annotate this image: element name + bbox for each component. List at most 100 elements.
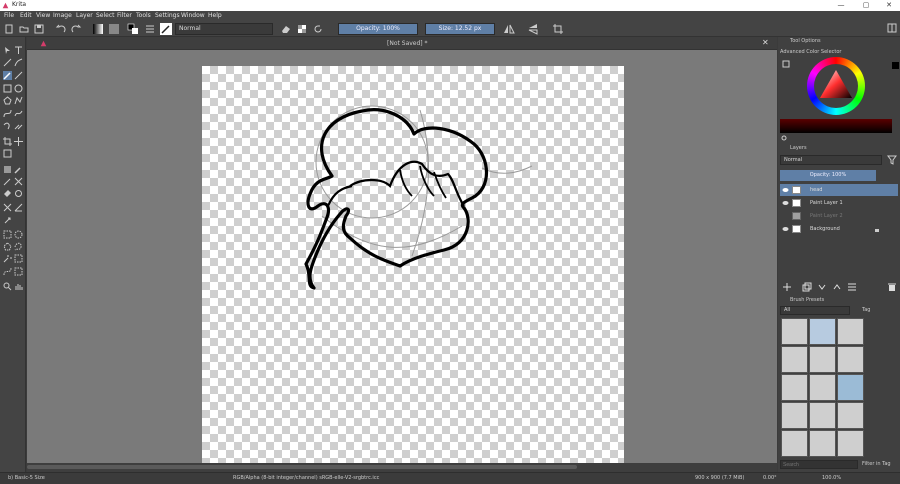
brush-preset[interactable] (809, 402, 836, 429)
crop-tool-icon[interactable] (3, 137, 12, 146)
select-shapes-icon[interactable] (3, 46, 12, 55)
pan-tool-icon[interactable] (14, 282, 23, 291)
ellipse-tool-icon[interactable] (14, 84, 23, 93)
mirror-vertical-icon[interactable] (527, 23, 539, 35)
brush-preset[interactable] (809, 318, 836, 345)
move-layer-up-icon[interactable] (832, 282, 842, 292)
brush-preset[interactable] (809, 346, 836, 373)
minimize-button[interactable]: — (830, 0, 852, 11)
color-history-strip[interactable] (780, 119, 892, 133)
wrap-around-icon[interactable] (552, 23, 564, 35)
gear-icon[interactable] (781, 135, 787, 141)
brush-preset[interactable] (809, 374, 836, 401)
colorize-mask-icon[interactable] (3, 177, 12, 186)
blend-mode-select[interactable]: Normal (175, 23, 273, 35)
transform-tool-icon[interactable] (3, 149, 12, 158)
close-button[interactable]: ✕ (878, 0, 900, 11)
similar-select-icon[interactable] (14, 254, 23, 263)
menu-edit[interactable]: Edit (20, 12, 32, 19)
measure-tool-icon[interactable] (14, 203, 23, 212)
color-selector-settings-icon[interactable] (782, 60, 790, 68)
brush-preset[interactable] (809, 430, 836, 457)
eraser-icon[interactable] (280, 23, 292, 35)
toolbar-settings-icon[interactable] (887, 23, 897, 33)
brush-filter-select[interactable]: All (780, 306, 850, 315)
reference-images-icon[interactable] (3, 216, 12, 225)
contiguous-select-icon[interactable] (3, 254, 12, 263)
freehand-path-icon[interactable] (14, 109, 23, 118)
document-canvas[interactable] (202, 66, 624, 463)
brush-preset[interactable] (781, 430, 808, 457)
layer-row-paint-layer-2[interactable]: Paint Layer 2 (780, 210, 898, 222)
visibility-icon[interactable] (782, 187, 789, 193)
ellipse-select-icon[interactable] (14, 230, 23, 239)
visibility-icon[interactable] (782, 200, 789, 206)
maximize-button[interactable]: ▢ (855, 0, 877, 11)
add-layer-icon[interactable] (782, 282, 792, 292)
layer-blend-mode-select[interactable]: Normal (780, 155, 882, 165)
text-tool-icon[interactable] (14, 46, 23, 55)
move-tool-icon[interactable] (14, 137, 23, 146)
brush-preset[interactable] (837, 346, 864, 373)
layer-row-background[interactable]: Background (780, 223, 898, 235)
menu-image[interactable]: Image (53, 12, 72, 19)
color-wheel[interactable] (807, 57, 865, 115)
rectangle-tool-icon[interactable] (3, 84, 12, 93)
brush-preset-selected[interactable] (837, 374, 864, 401)
menu-filter[interactable]: Filter (117, 12, 132, 19)
brush-preset[interactable] (781, 374, 808, 401)
undo-icon[interactable] (55, 23, 67, 35)
freehand-select-icon[interactable] (14, 242, 23, 251)
document-tab-title[interactable]: [Not Saved] * (387, 40, 428, 47)
menu-window[interactable]: Window (181, 12, 205, 19)
bezier-tool-icon[interactable] (3, 109, 12, 118)
current-color-swatch[interactable] (892, 62, 899, 69)
alpha-lock-icon[interactable] (296, 23, 308, 35)
bezier-select-icon[interactable] (3, 267, 12, 276)
reload-preset-icon[interactable] (312, 23, 324, 35)
menu-file[interactable]: File (4, 12, 14, 19)
line-tool-icon[interactable] (14, 71, 23, 80)
brush-preset-icon[interactable] (160, 23, 172, 35)
duplicate-layer-icon[interactable] (802, 282, 812, 292)
enclose-fill-icon[interactable] (14, 189, 23, 198)
tag-label[interactable]: Tag (862, 307, 870, 313)
brush-preset[interactable] (837, 318, 864, 345)
brush-preset[interactable] (837, 430, 864, 457)
new-document-icon[interactable] (3, 23, 15, 35)
menu-select[interactable]: Select (96, 12, 115, 19)
polyline-tool-icon[interactable] (14, 96, 23, 105)
multibrush-icon[interactable] (14, 121, 23, 130)
menu-tools[interactable]: Tools (136, 12, 151, 19)
magnetic-select-icon[interactable] (14, 267, 23, 276)
brush-settings-icon[interactable] (144, 23, 156, 35)
size-slider[interactable]: Size: 12.52 px (425, 23, 495, 35)
mirror-horizontal-icon[interactable] (503, 23, 515, 35)
brush-preset[interactable] (781, 346, 808, 373)
brush-preset[interactable] (837, 402, 864, 429)
delete-layer-icon[interactable] (887, 282, 897, 292)
fill-tool-icon[interactable] (3, 189, 12, 198)
dynamic-brush-icon[interactable] (3, 121, 12, 130)
menu-settings[interactable]: Settings (155, 12, 180, 19)
opacity-slider[interactable]: Opacity: 100% (338, 23, 418, 35)
brush-preset[interactable] (781, 402, 808, 429)
menu-layer[interactable]: Layer (76, 12, 93, 19)
save-icon[interactable] (33, 23, 45, 35)
layer-properties-icon[interactable] (847, 282, 857, 292)
edit-shapes-icon[interactable] (3, 58, 12, 67)
horizontal-scrollbar[interactable] (27, 463, 777, 472)
redo-icon[interactable] (70, 23, 82, 35)
scrollbar-thumb[interactable] (27, 465, 577, 469)
lock-icon[interactable] (874, 226, 880, 232)
polygon-select-icon[interactable] (3, 242, 12, 251)
freehand-brush-icon[interactable] (3, 71, 12, 80)
color-picker-icon[interactable] (14, 165, 23, 174)
foreground-background-color-icon[interactable] (127, 23, 139, 35)
color-triangle[interactable] (817, 67, 855, 105)
pattern-icon[interactable] (108, 23, 120, 35)
polygon-tool-icon[interactable] (3, 96, 12, 105)
menu-view[interactable]: View (36, 12, 50, 19)
open-document-icon[interactable] (18, 23, 30, 35)
layer-opacity-slider[interactable]: Opacity: 100% (780, 170, 876, 181)
